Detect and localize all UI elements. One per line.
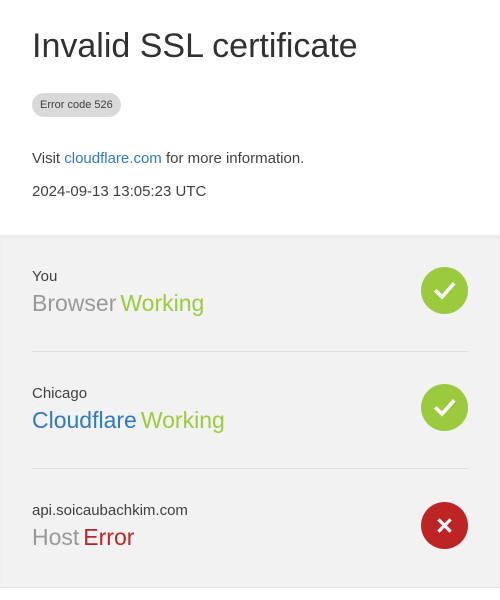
row-title: Browser Working	[32, 288, 204, 318]
visit-prefix: Visit	[32, 150, 65, 167]
row-name: Cloudflare	[32, 407, 137, 433]
row-status: Error	[83, 524, 135, 550]
status-error-indicator	[421, 502, 468, 549]
page-title: Invalid SSL certificate	[32, 27, 358, 65]
row-status: Working	[140, 407, 225, 433]
row-location: Chicago	[32, 385, 88, 402]
status-row-host: api.soicaubachkim.com Host Error	[32, 469, 468, 586]
error-header: Invalid SSL certificate Error code 526 V…	[0, 0, 500, 235]
row-status: Working	[120, 290, 205, 316]
status-ok-indicator	[421, 267, 468, 314]
page-footer-edge	[0, 587, 500, 600]
visit-suffix: for more information.	[161, 150, 305, 167]
cloudflare-link[interactable]: cloudflare.com	[64, 150, 162, 167]
row-name: Browser	[32, 290, 117, 316]
checkmark-icon	[433, 398, 456, 417]
status-row-browser: You Browser Working	[32, 235, 468, 352]
checkmark-icon	[433, 281, 456, 300]
error-timestamp: 2024-09-13 13:05:23 UTC	[32, 183, 207, 200]
x-icon	[437, 518, 452, 533]
error-code-badge: Error code 526	[32, 93, 121, 117]
row-title: Cloudflare Working	[32, 405, 225, 435]
visit-info-text: Visit cloudflare.com for more informatio…	[32, 150, 304, 168]
row-title: Host Error	[32, 522, 134, 552]
row-location: api.soicaubachkim.com	[32, 502, 188, 519]
row-location: You	[32, 268, 58, 285]
status-row-cloudflare: Chicago Cloudflare Working	[32, 352, 468, 469]
status-diagnostics: You Browser Working Chicago Cloudflare Wor…	[0, 235, 500, 587]
row-name: Host	[32, 524, 80, 550]
status-ok-indicator	[421, 384, 468, 431]
